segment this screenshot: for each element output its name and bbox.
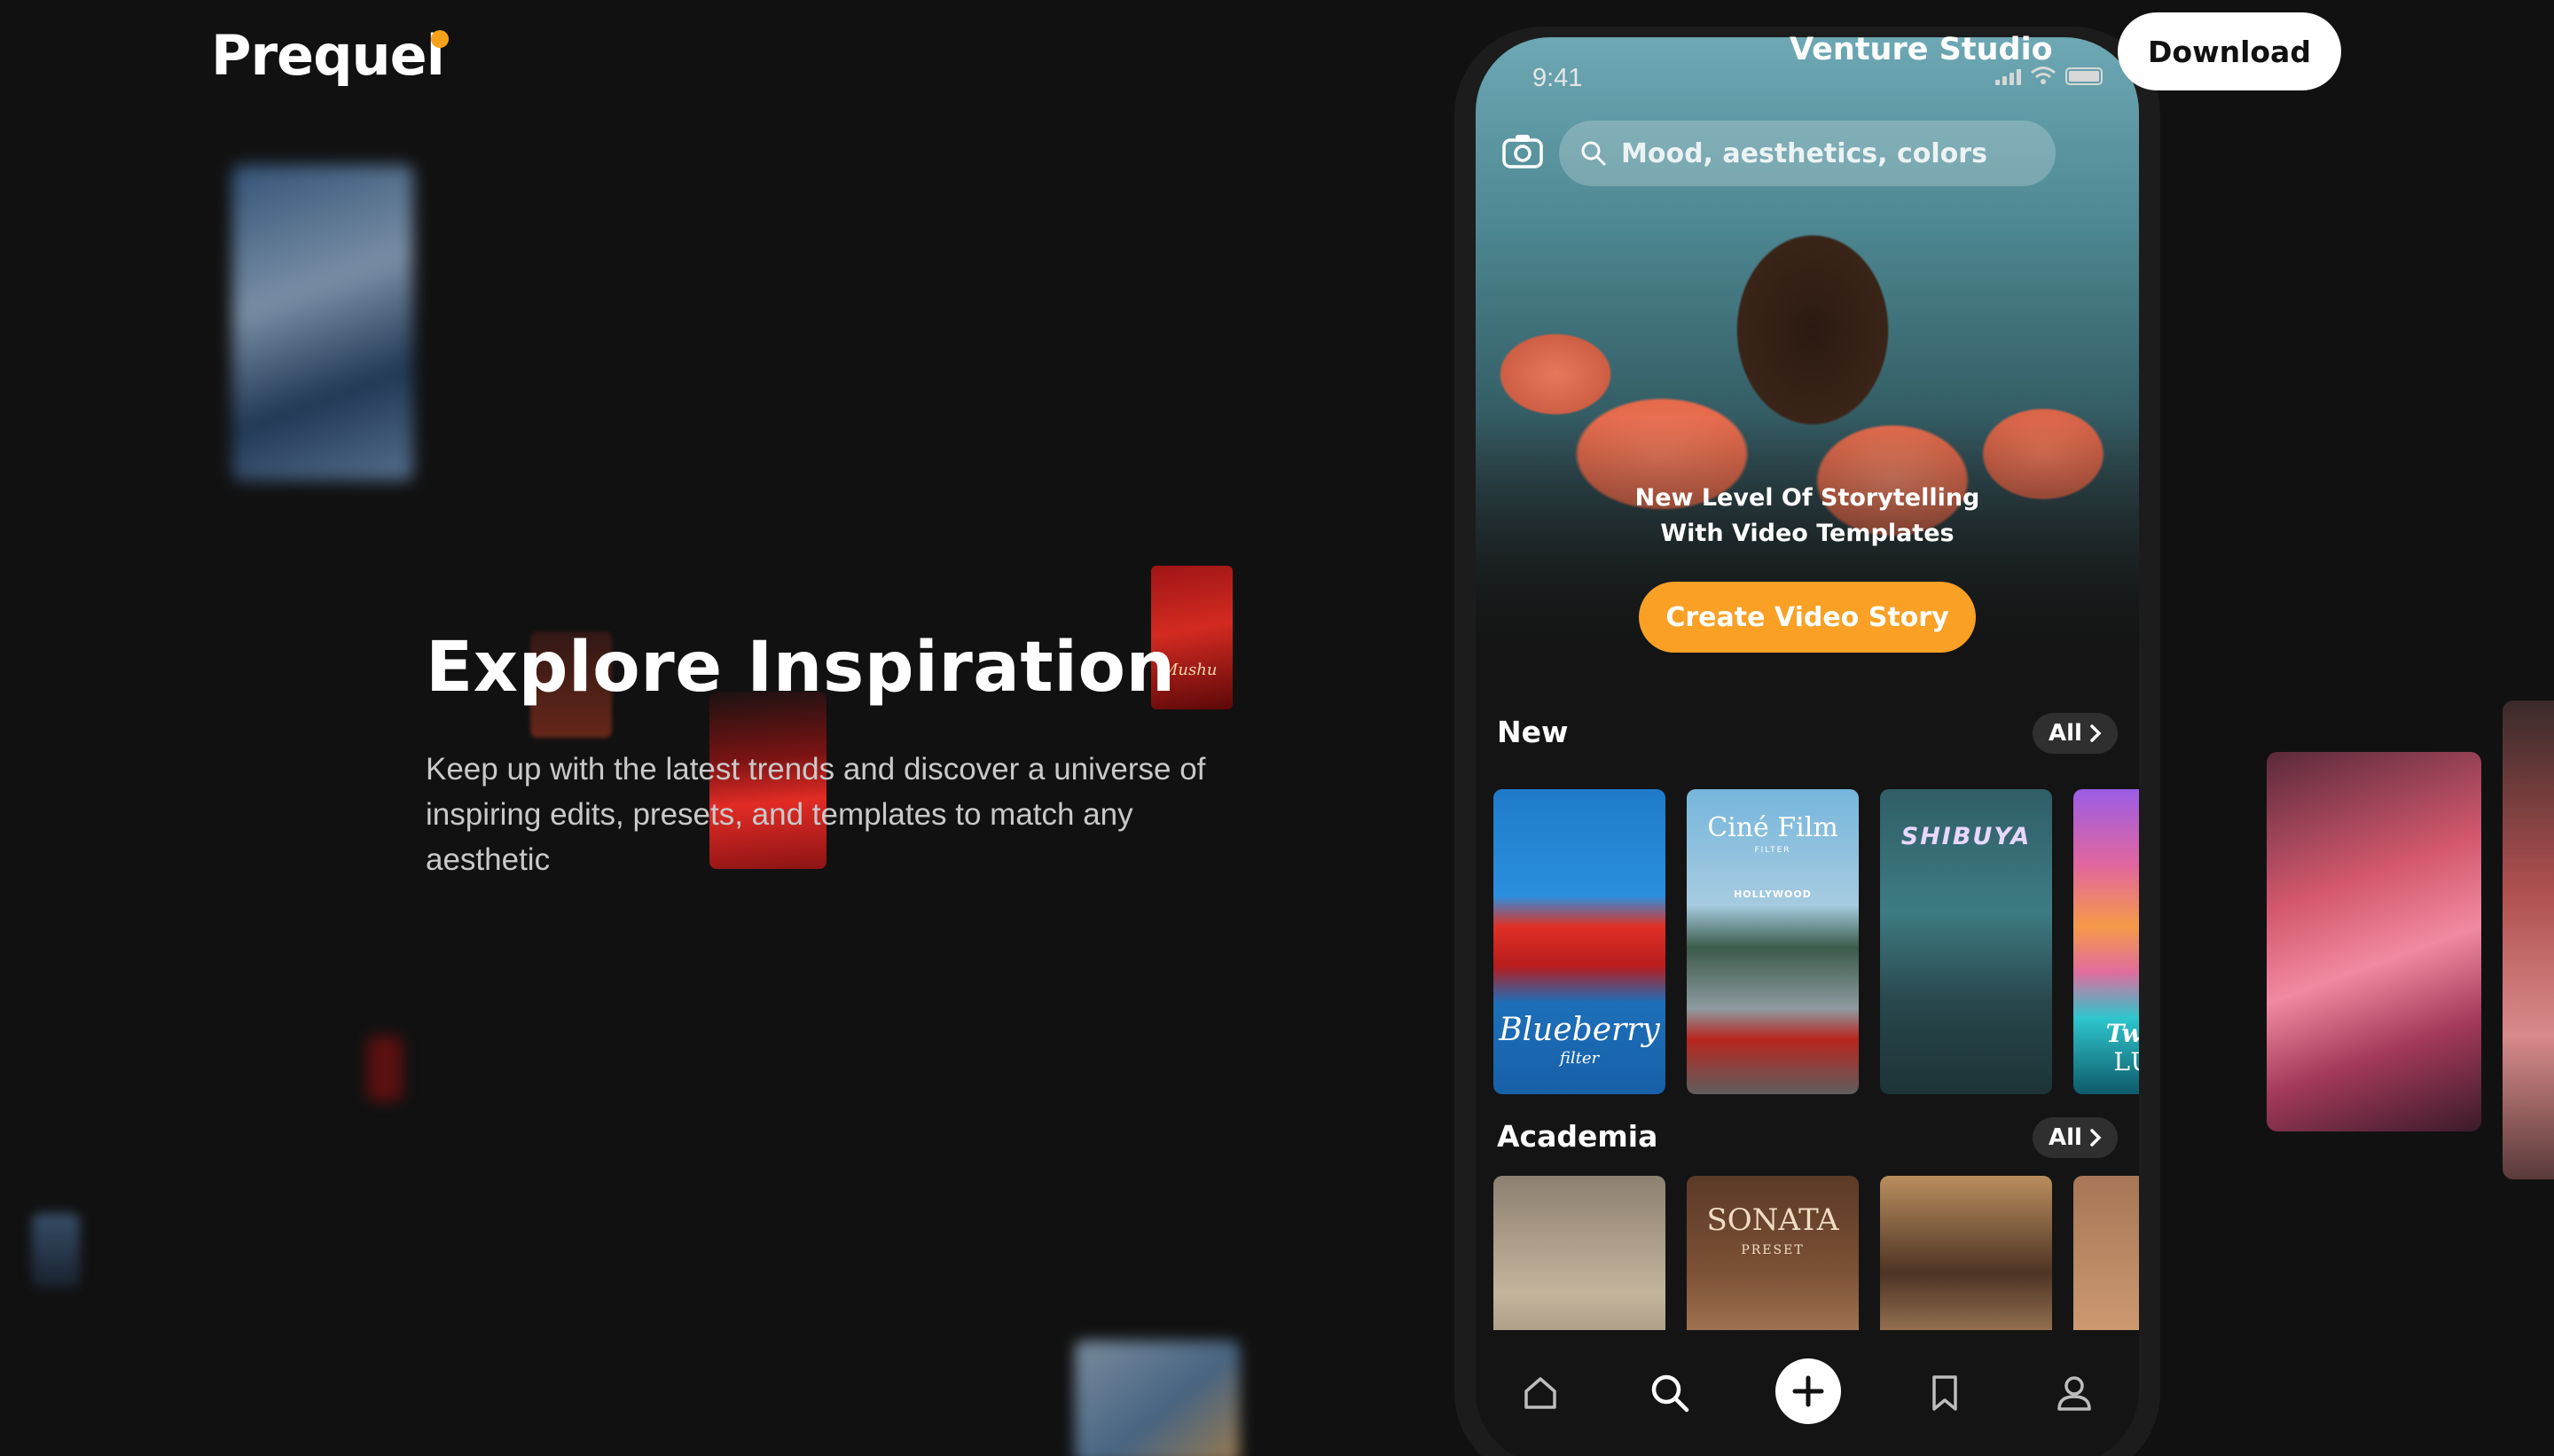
nav-home[interactable]: [1509, 1362, 1571, 1424]
home-icon: [1524, 1377, 1556, 1409]
card-subtitle: filter: [1559, 1049, 1600, 1068]
promo-line-1: New Level Of Storytelling: [1634, 484, 1980, 512]
wifi-icon: [2031, 67, 2056, 84]
all-label: All: [2049, 1124, 2082, 1151]
nav-saved[interactable]: [1914, 1362, 1976, 1424]
hero-description: Keep up with the latest trends and disco…: [426, 752, 1206, 877]
floating-tile-blurred: [367, 1036, 403, 1101]
search-bar[interactable]: [1559, 121, 2056, 186]
nav-create[interactable]: [1775, 1358, 1841, 1424]
card-subtitle: FILTER: [1754, 846, 1791, 855]
new-all-button[interactable]: All: [2033, 713, 2118, 754]
card-title: SONATA: [1706, 1202, 1839, 1238]
search-icon: [1651, 1374, 1689, 1413]
card-title: Ciné Film: [1707, 812, 1838, 843]
floating-tile-blurred: [32, 1213, 80, 1288]
card-title: Twinkle: [2105, 1019, 2139, 1048]
camera-icon[interactable]: [1502, 133, 1543, 168]
section-title-academia: Academia: [1497, 1119, 1658, 1154]
card-subtitle: LUSID: [2113, 1047, 2139, 1076]
floating-card-partial: [2503, 701, 2554, 1179]
floating-tile-blurred: [1075, 1341, 1240, 1456]
battery-icon: [2065, 67, 2103, 85]
template-card-blueberry[interactable]: Blueberry filter: [1493, 789, 1665, 1094]
status-time: 9:41: [1532, 64, 1583, 92]
prequel-logo[interactable]: Prequel: [211, 23, 445, 88]
section-title-new: New: [1497, 715, 1569, 749]
nav-profile[interactable]: [2043, 1362, 2105, 1424]
profile-icon: [2057, 1376, 2091, 1411]
card-title: Blueberry: [1499, 1012, 1660, 1048]
create-video-story-button[interactable]: Create Video Story: [1639, 582, 1976, 653]
template-card-twinkle[interactable]: Twinkle LUSID: [2073, 789, 2139, 1094]
nav-search[interactable]: [1639, 1362, 1701, 1424]
floating-card-dancer: [2267, 752, 2481, 1131]
template-card-shibuya[interactable]: SHIBUYA: [1880, 789, 2052, 1094]
floating-tile-blurred: [232, 165, 413, 481]
chevron-right-icon: [2090, 1129, 2102, 1147]
promo-line-2: With Video Templates: [1660, 520, 1955, 547]
phone-screen: 9:41 New Level Of Storytelling With Vide…: [1476, 37, 2139, 1456]
template-card-cine-film[interactable]: Ciné Film FILTER HOLLYWOOD: [1687, 789, 1859, 1094]
bottom-nav: [1476, 1330, 2139, 1456]
card-title: SHIBUYA: [1900, 823, 2032, 850]
search-input[interactable]: [1621, 137, 2038, 169]
bookmark-icon: [1932, 1375, 1957, 1411]
status-icons: [1995, 66, 2103, 85]
hollywood-sign: HOLLYWOOD: [1734, 888, 1812, 900]
venture-studio-label[interactable]: Venture Studio: [1790, 32, 2053, 67]
chevron-right-icon: [2090, 724, 2102, 742]
plus-icon: [1792, 1375, 1824, 1407]
signal-icon: [1995, 67, 2021, 85]
promo-text: New Level Of Storytelling With Video Tem…: [1476, 481, 2139, 552]
logo-dot-icon: [431, 30, 449, 48]
all-label: All: [2049, 720, 2082, 747]
academia-all-button[interactable]: All: [2033, 1117, 2118, 1158]
download-button[interactable]: Download: [2118, 12, 2341, 90]
search-icon: [1581, 141, 1606, 166]
card-subtitle: PRESET: [1741, 1243, 1805, 1257]
